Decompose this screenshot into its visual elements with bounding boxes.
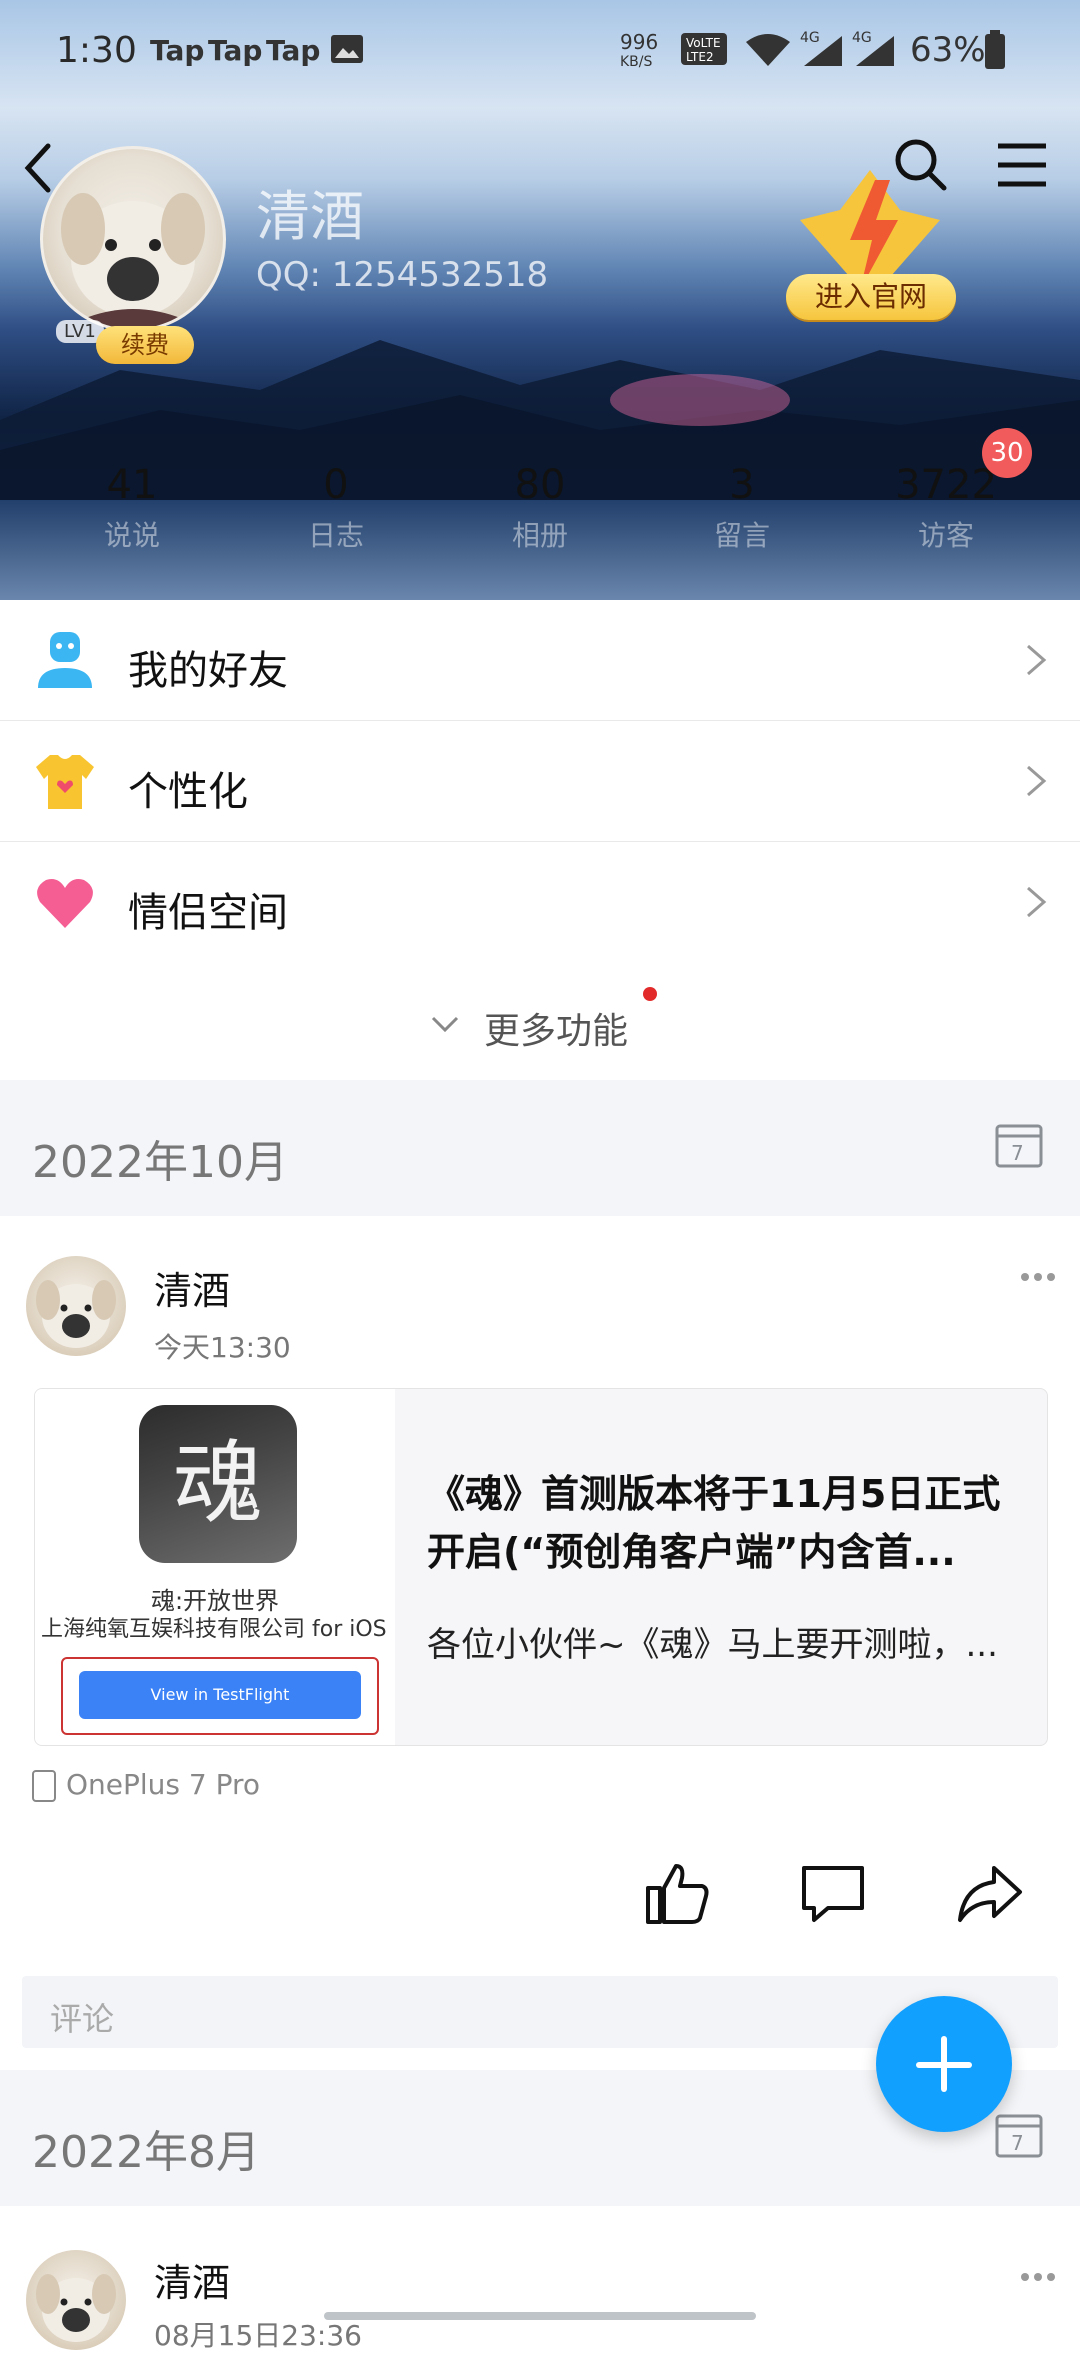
friend-icon <box>38 632 92 688</box>
enter-official-site-button[interactable]: 进入官网 <box>786 274 956 320</box>
more-functions-label: 更多功能 <box>484 1011 629 1052</box>
view-in-testflight-button: View in TestFlight <box>79 1671 361 1719</box>
menu-item-label: 我的好友 <box>128 648 288 694</box>
status-bar: 1:30 Tap Tap Tap 996 KB/S VoLTE LTE2 4G 4… <box>0 0 1080 100</box>
add-post-button[interactable] <box>876 1996 1012 2132</box>
back-icon[interactable] <box>18 140 58 196</box>
profile-avatar[interactable] <box>40 146 226 332</box>
post-time: 今天13:30 <box>154 1331 291 1364</box>
profile-name: 清酒 <box>256 185 364 248</box>
shared-link-card[interactable]: 魂 魂:开放世界 上海纯氧互娱科技有限公司 for iOS View in Te… <box>34 1388 1048 1746</box>
heart-icon <box>37 879 93 928</box>
post-actions <box>642 1858 1062 1928</box>
svg-text:VoLTE: VoLTE <box>686 36 721 50</box>
more-options-icon[interactable] <box>1020 2272 1056 2282</box>
stat-value: 41 <box>106 462 158 508</box>
status-time: 1:30 <box>56 30 137 71</box>
feed-post: 清酒 今天13:30 魂 魂:开放世界 上海纯氧互娱科技有限公司 for iOS… <box>0 1216 1080 2062</box>
tap-indicator: Tap <box>266 34 321 67</box>
dog-avatar-icon <box>36 1280 116 1348</box>
renew-button[interactable]: 续费 <box>96 326 194 364</box>
menu-item-label: 个性化 <box>128 769 248 815</box>
notification-dot-icon <box>643 987 657 1001</box>
stat-label: 留言 <box>713 519 770 552</box>
more-functions-button[interactable]: 更多功能 <box>0 960 1080 1080</box>
dog-avatar-icon <box>36 2274 116 2342</box>
tshirt-icon <box>36 755 94 809</box>
comment-placeholder: 评论 <box>50 2000 115 2038</box>
svg-text:LTE2: LTE2 <box>686 50 714 64</box>
signal-4g-icon: 4G <box>800 30 842 66</box>
menu-item-friends[interactable]: 我的好友 <box>0 600 1080 721</box>
company-name: 上海纯氧互娱科技有限公司 for iOS <box>41 1617 387 1642</box>
menu-item-personalize[interactable]: 个性化 <box>0 721 1080 842</box>
stat-albums[interactable]: 80 相册 <box>440 462 640 554</box>
network-speed: 996 <box>620 30 659 54</box>
chevron-right-icon <box>1027 765 1047 797</box>
date-section-header: 2022年10月 7 <box>0 1080 1080 1216</box>
stat-posts[interactable]: 41 说说 <box>32 462 232 554</box>
stat-blogs[interactable]: 0 日志 <box>236 462 436 554</box>
dog-avatar-icon <box>61 193 205 329</box>
avatar[interactable] <box>26 2250 126 2350</box>
network-speed-unit: KB/S <box>620 54 653 70</box>
visitor-count-badge: 30 <box>982 428 1032 478</box>
volte-icon: VoLTELTE2 <box>681 33 727 65</box>
share-icon[interactable] <box>954 1858 1024 1928</box>
menu-icon[interactable] <box>996 140 1048 190</box>
card-title: 《魂》首测版本将于11月5日正式开启(“预创角客户端”内含首... <box>427 1472 1001 1574</box>
calendar-icon[interactable]: 7 <box>994 1120 1044 1170</box>
wifi-icon <box>746 34 790 66</box>
section-date: 2022年10月 <box>32 1137 288 1188</box>
svg-text:7: 7 <box>1011 2131 1024 2155</box>
post-username[interactable]: 清酒 <box>154 2252 230 2307</box>
comment-icon[interactable] <box>798 1858 868 1928</box>
chevron-right-icon <box>1027 644 1047 676</box>
battery-icon <box>985 30 1005 69</box>
image-icon <box>331 35 363 63</box>
device-name: OnePlus 7 Pro <box>66 1768 261 1801</box>
svg-text:7: 7 <box>1011 1141 1024 1165</box>
stat-label: 说说 <box>103 519 160 552</box>
feature-menu: 我的好友 个性化 情侣空间 <box>0 600 1080 963</box>
qq-number: QQ: 1254532518 <box>256 255 549 295</box>
avatar[interactable] <box>26 1256 126 1356</box>
stat-value: 0 <box>323 462 349 508</box>
calendar-icon[interactable]: 7 <box>994 2110 1044 2160</box>
menu-item-couple-space[interactable]: 情侣空间 <box>0 842 1080 963</box>
svg-text:4G: 4G <box>852 30 872 46</box>
app-logo: 魂 <box>139 1405 297 1563</box>
post-time: 08月15日23:36 <box>154 2319 362 2352</box>
chevron-right-icon <box>1027 886 1047 918</box>
menu-item-label: 情侣空间 <box>128 890 288 936</box>
battery-percent: 63% <box>910 30 986 70</box>
stat-label: 相册 <box>511 519 568 552</box>
device-info: OnePlus 7 Pro <box>32 1768 260 1802</box>
profile-stats: 41 说说 0 日志 80 相册 3 留言 3722 访客 <box>0 462 1080 582</box>
post-username[interactable]: 清酒 <box>154 1260 230 1315</box>
profile-header: 1:30 Tap Tap Tap 996 KB/S VoLTE LTE2 4G 4… <box>0 0 1080 600</box>
section-date: 2022年8月 <box>32 2127 260 2178</box>
more-options-icon[interactable] <box>1020 1272 1056 1282</box>
home-indicator[interactable] <box>324 2312 756 2320</box>
stat-value: 80 <box>514 462 566 508</box>
tap-indicator: Tap <box>150 34 205 67</box>
card-description: 各位小伙伴~《魂》马上要开测啦，... <box>427 1625 998 1665</box>
chevron-down-icon <box>431 1016 459 1033</box>
svg-text:4G: 4G <box>800 30 820 46</box>
card-thumbnail: 魂 魂:开放世界 上海纯氧互娱科技有限公司 for iOS View in Te… <box>35 1389 395 1745</box>
phone-icon <box>32 1770 56 1802</box>
stat-label: 访客 <box>917 519 974 552</box>
like-icon[interactable] <box>642 1858 712 1928</box>
stat-value: 3 <box>729 462 755 508</box>
testflight-highlight: View in TestFlight <box>61 1657 379 1735</box>
signal-4g-icon: 4G <box>852 30 894 66</box>
stat-label: 日志 <box>307 519 364 552</box>
stat-messages[interactable]: 3 留言 <box>642 462 842 554</box>
tap-indicator: Tap <box>208 34 263 67</box>
